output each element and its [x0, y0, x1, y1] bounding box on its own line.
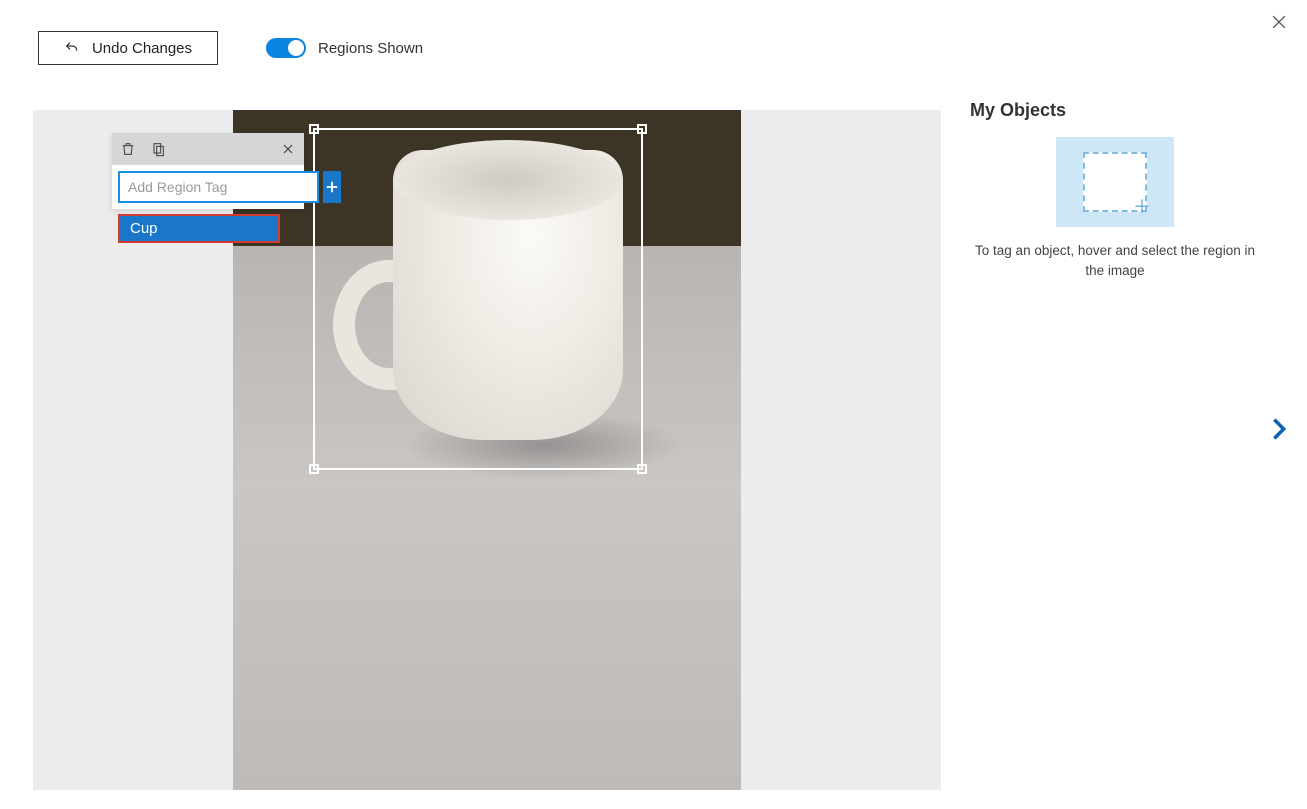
top-toolbar: Undo Changes Regions Shown: [0, 28, 1307, 68]
delete-region-icon[interactable]: [120, 141, 136, 157]
training-image[interactable]: [233, 110, 741, 790]
region-tag-popup: [112, 133, 304, 209]
resize-handle-bottom-left[interactable]: [309, 464, 319, 474]
tag-popup-toolbar: [112, 133, 304, 165]
regions-shown-toggle[interactable]: [266, 38, 306, 58]
add-object-tile[interactable]: ＋: [1056, 137, 1174, 227]
region-bounding-box[interactable]: [313, 128, 643, 470]
undo-changes-button[interactable]: Undo Changes: [38, 31, 218, 65]
regions-toggle-label: Regions Shown: [318, 40, 423, 57]
toggle-knob: [288, 40, 304, 56]
sidebar-title: My Objects: [970, 100, 1260, 121]
next-image-button[interactable]: [1265, 415, 1297, 447]
add-tag-button[interactable]: [323, 171, 341, 203]
undo-icon: [64, 40, 80, 56]
region-tag-input[interactable]: [118, 171, 319, 203]
duplicate-region-icon[interactable]: [150, 141, 166, 157]
tag-input-row: [112, 165, 304, 209]
resize-handle-bottom-right[interactable]: [637, 464, 647, 474]
close-popup-icon[interactable]: [280, 141, 296, 157]
add-object-placeholder-icon: ＋: [1083, 152, 1147, 212]
plus-icon: ＋: [1133, 198, 1151, 216]
undo-label: Undo Changes: [92, 40, 192, 57]
tag-suggestion-cup[interactable]: Cup: [118, 214, 280, 243]
resize-handle-top-right[interactable]: [637, 124, 647, 134]
objects-sidebar: My Objects ＋ To tag an object, hover and…: [970, 100, 1260, 282]
tag-suggestion-list: Cup: [118, 214, 280, 243]
sidebar-help-text: To tag an object, hover and select the r…: [970, 241, 1260, 282]
resize-handle-top-left[interactable]: [309, 124, 319, 134]
image-canvas-area: [33, 110, 941, 790]
regions-toggle-group: Regions Shown: [266, 38, 423, 58]
